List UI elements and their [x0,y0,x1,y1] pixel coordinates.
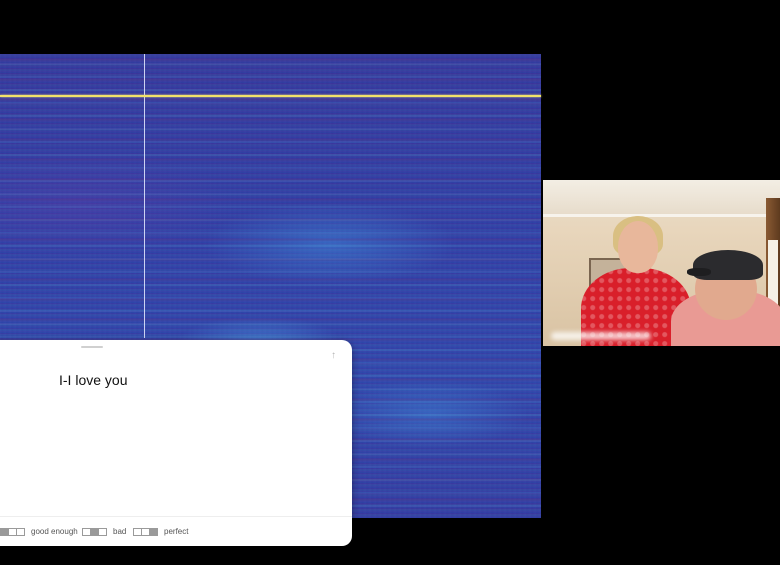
rating-bad-button[interactable]: bad [82,527,126,536]
blurred-name-caption [551,332,651,340]
rating-label: good enough [31,527,78,536]
participant-man-cap [687,250,763,280]
rating-bar: good enough bad perfect [0,516,352,547]
frequency-marker-line [0,95,541,97]
chevron-up-icon[interactable]: ↑ [331,350,336,361]
rating-segments-icon [0,527,25,536]
rating-segments-icon [133,527,158,536]
room-ceiling [543,180,780,217]
rating-label: bad [113,527,127,536]
transcript-panel: ↑ I-I love you good enough bad perfect [0,340,352,546]
drag-handle[interactable] [81,346,103,348]
rating-label: perfect [164,527,189,536]
rating-segments-icon [82,527,107,536]
video-call-tile[interactable] [543,180,780,346]
rating-perfect-button[interactable]: perfect [133,527,188,536]
rating-good-enough-button[interactable]: good enough [0,527,78,536]
transcript-text: I-I love you [59,372,128,388]
participant-woman-face [618,221,658,273]
